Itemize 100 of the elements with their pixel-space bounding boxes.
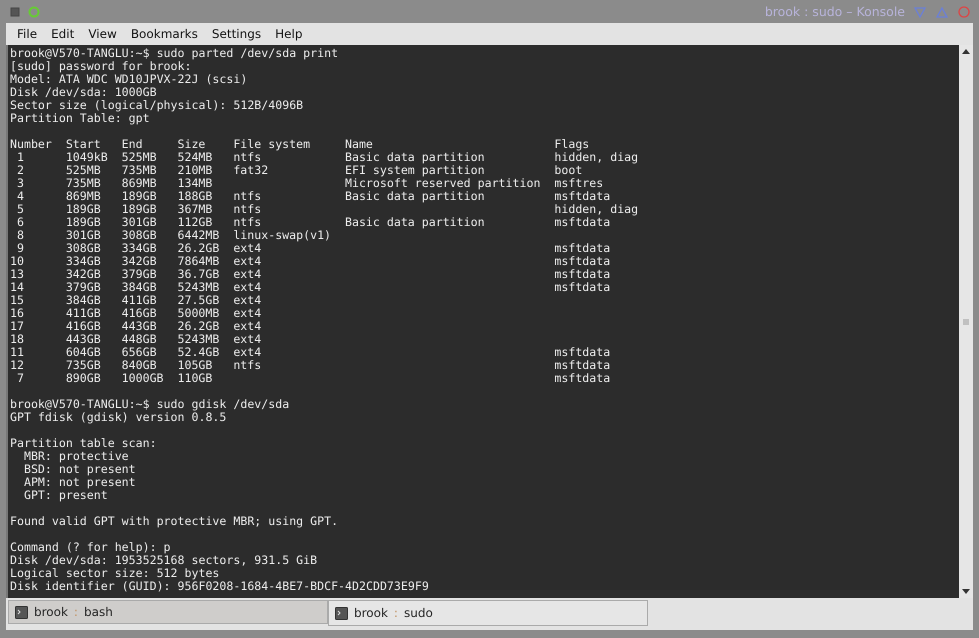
table-cell-text: Basic data partition — [344, 190, 485, 203]
table-cell-text: 525MB — [66, 164, 102, 177]
table-cell-text: ext4 — [233, 333, 262, 346]
column-header: Start — [66, 138, 102, 151]
table-cell: msftdata — [554, 346, 610, 359]
table-cell-text: 342GB — [122, 255, 158, 268]
terminal-line: Partition table scan: — [10, 437, 158, 450]
table-cell-text: ext4 — [233, 320, 262, 333]
table-cell-text: 26.2GB — [177, 242, 220, 255]
table-cell-text: 7 — [16, 372, 24, 385]
table-cell: msftdata — [554, 190, 610, 203]
table-cell-text: 1000GB — [122, 372, 165, 385]
table-cell-text: EFI system partition — [344, 164, 486, 177]
window-title: brook : sudo – Konsole — [764, 4, 905, 19]
table-cell-text: Microsoft reserved partition — [344, 177, 542, 190]
close-icon[interactable] — [957, 4, 971, 18]
table-cell-text: 656GB — [122, 346, 158, 359]
table-cell-text: 890GB — [66, 372, 102, 385]
menu-item[interactable]: Help — [268, 27, 310, 41]
table-cell-text: 5000MB — [177, 307, 220, 320]
table-cell-text: 189GB — [66, 203, 102, 216]
table-cell-text: 5243MB — [177, 333, 220, 346]
column-header: Size — [177, 138, 206, 151]
table-cell-text: 411GB — [122, 294, 158, 307]
table-cell-text: 308GB — [122, 229, 158, 242]
table-cell-text: ext4 — [233, 346, 262, 359]
table-cell-text: 416GB — [66, 320, 102, 333]
table-cell: 12 — [10, 359, 24, 372]
scroll-down-icon[interactable] — [962, 589, 970, 594]
table-cell-text: 840GB — [122, 359, 158, 372]
table-cell-text: 334GB — [122, 242, 158, 255]
table-cell-text: 1049kB — [66, 151, 109, 164]
table-cell-text: linux-swap(v1) — [233, 229, 332, 242]
table-cell-text: 27.5GB — [177, 294, 220, 307]
table-cell-text: 189GB — [122, 203, 158, 216]
terminal-line: Command (? for help): p — [10, 541, 172, 554]
table-cell: 15 — [10, 294, 24, 307]
menu-item[interactable]: Edit — [44, 27, 82, 41]
table-cell-text: 188GB — [177, 190, 214, 203]
terminal-line: Sector size (logical/physical): 512B/4096B — [10, 99, 304, 112]
table-cell-text: 384GB — [122, 281, 158, 294]
table-cell-text: 869MB — [122, 177, 158, 190]
table-cell-text: 443GB — [122, 320, 158, 333]
table-cell: 18 — [10, 333, 24, 346]
terminal-line: brook@V570-TANGLU:~$ sudo parted /dev/sda print — [10, 47, 340, 60]
table-cell-text: ext4 — [233, 255, 262, 268]
table-cell-text: ext4 — [233, 242, 262, 255]
column-header: Number — [10, 138, 53, 151]
terminal-icon — [15, 606, 28, 618]
table-cell-text: 524MB — [177, 151, 214, 164]
window-menu-icon[interactable] — [10, 6, 20, 16]
table-cell-text: 134MB — [177, 177, 214, 190]
table-cell-text: 189GB — [66, 216, 102, 229]
menu-item[interactable]: Bookmarks — [124, 27, 205, 41]
tab-user: brook — [354, 606, 388, 620]
column-header: Name — [344, 138, 374, 151]
table-cell: 14 — [10, 281, 24, 294]
tab-name: bash — [84, 605, 113, 619]
table-cell-text: 379GB — [122, 268, 158, 281]
table-cell-text: 342GB — [66, 268, 102, 281]
terminal-line: brook@V570-TANGLU:~$ sudo gdisk /dev/sda — [10, 398, 290, 411]
table-cell-text: 7864MB — [177, 255, 220, 268]
table-cell-text: 6 — [16, 216, 24, 229]
table-cell: msftdata — [554, 372, 610, 385]
table-cell-text: Basic data partition — [344, 151, 486, 164]
table-cell-text: 5 — [16, 203, 24, 216]
table-cell-text: 301GB — [66, 229, 102, 242]
session-tab[interactable]: brook : bash — [8, 600, 328, 624]
table-cell: msftdata — [554, 268, 610, 281]
table-cell-text: 112GB — [177, 216, 214, 229]
column-header: File system — [233, 138, 312, 151]
table-cell-text: ntfs — [233, 216, 262, 229]
table-cell: 11 — [10, 346, 24, 359]
table-cell: msftdata — [554, 255, 610, 268]
terminal-line: GPT fdisk (gdisk) version 0.8.5 — [10, 411, 228, 424]
terminal-line: APM: not present — [22, 476, 137, 489]
session-tab[interactable]: brook : sudo — [328, 600, 648, 626]
table-cell-text: Basic data partition — [344, 216, 486, 229]
table-cell-text: 5243MB — [177, 281, 220, 294]
table-cell-text: 1 — [16, 151, 24, 164]
table-cell-text: 735MB — [66, 177, 102, 190]
table-cell-text: 869MB — [66, 190, 102, 203]
terminal-icon — [335, 606, 348, 620]
table-cell-text: ext4 — [233, 294, 262, 307]
scroll-grip-icon[interactable] — [963, 318, 969, 324]
table-cell: hidden, diag — [554, 203, 638, 216]
table-cell-text: 367MB — [177, 203, 214, 216]
terminal-line: Logical sector size: 512 bytes — [10, 567, 220, 580]
table-cell-text: 379GB — [66, 281, 102, 294]
table-cell-text: 443GB — [66, 333, 102, 346]
terminal-line: Found valid GPT with protective MBR; using GPT. — [10, 515, 340, 528]
menu-item[interactable]: File — [10, 27, 44, 41]
scroll-up-icon[interactable] — [962, 49, 970, 54]
table-cell-text: ntfs — [233, 190, 262, 203]
menu-item[interactable]: View — [81, 27, 124, 41]
table-cell-text: 735GB — [66, 359, 102, 372]
menu-item[interactable]: Settings — [204, 27, 268, 41]
table-cell: msftdata — [554, 281, 610, 294]
table-cell-text: ext4 — [233, 281, 262, 294]
table-cell-text: ext4 — [233, 268, 262, 281]
